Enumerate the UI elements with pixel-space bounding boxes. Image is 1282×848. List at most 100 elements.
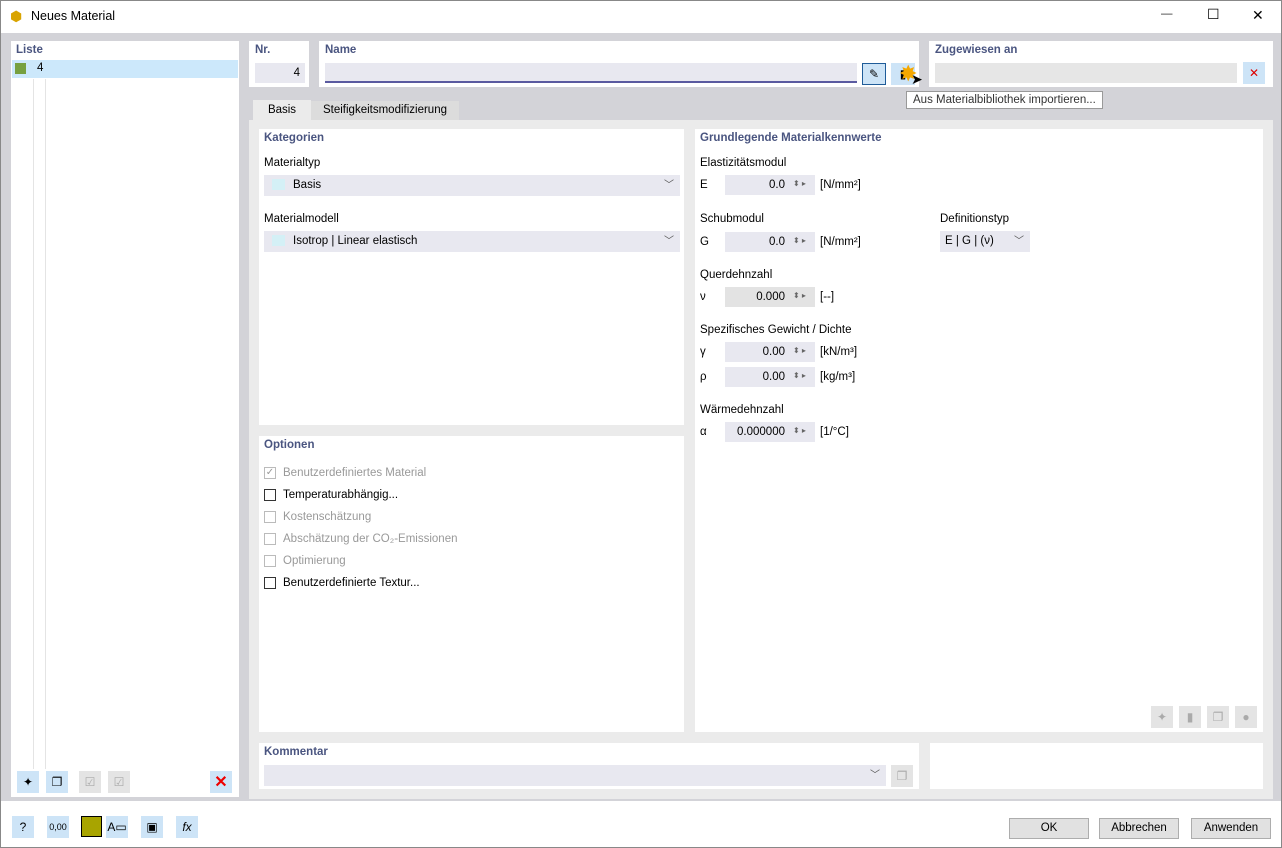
spinner-icon[interactable]: ⬍ ▸ — [793, 346, 806, 355]
weight-group-label: Spezifisches Gewicht / Dichte — [700, 324, 852, 336]
chevron-down-icon: ﹀ — [1014, 236, 1024, 247]
option-label: Benutzerdefinierte Textur... — [283, 577, 420, 589]
tab-steifigkeitsmodifizierung[interactable]: Steifigkeitsmodifizierung — [311, 101, 459, 120]
alpha-unit: [1/°C] — [820, 426, 849, 438]
option-label: Optimierung — [283, 555, 346, 567]
spinner-icon[interactable]: ⬍ ▸ — [793, 371, 806, 380]
assigned-label: Zugewiesen an — [935, 44, 1018, 56]
cursor-icon: ➤ — [911, 71, 923, 87]
chevron-down-icon: ﹀ — [870, 770, 880, 781]
options-header: Optionen — [264, 439, 315, 451]
assigned-field[interactable] — [935, 63, 1237, 83]
cancel-button[interactable]: Abbrechen — [1099, 818, 1179, 839]
g-symbol: G — [700, 236, 709, 248]
export-icon[interactable]: ❐ — [1207, 706, 1229, 728]
name-input[interactable] — [325, 63, 857, 83]
rho-symbol: ρ — [700, 371, 707, 383]
preview-panel — [930, 743, 1263, 789]
material-model-value: Isotrop | Linear elastisch — [293, 235, 418, 247]
option-custom-material[interactable]: ✓ Benutzerdefiniertes Material — [264, 465, 426, 481]
option-co2-estimate[interactable]: Abschätzung der CO₂-Emissionen — [264, 531, 458, 547]
color-button[interactable] — [81, 816, 102, 837]
option-optimization[interactable]: Optimierung — [264, 553, 346, 569]
comment-input[interactable]: ﹀ — [264, 765, 886, 786]
tooltip: Aus Materialbibliothek importieren... — [906, 91, 1103, 109]
close-button[interactable]: ✕ — [1252, 7, 1264, 24]
definition-type-value: E | G | (ν) — [945, 235, 994, 247]
minimize-button[interactable]: — — [1161, 8, 1173, 20]
material-type-label: Materialtyp — [264, 157, 321, 169]
alpha-symbol: α — [700, 426, 707, 438]
list-item[interactable]: 4 — [12, 60, 238, 78]
view-icon[interactable]: ▣ — [141, 816, 163, 838]
option-cost-estimate[interactable]: Kostenschätzung — [264, 509, 371, 525]
categories-panel: Kategorien Materialtyp Basis ﹀ Materialmo… — [259, 129, 684, 425]
info-icon[interactable]: ● — [1235, 706, 1257, 728]
material-type-select[interactable]: Basis ﹀ — [264, 175, 680, 196]
definition-type-select[interactable]: E | G | (ν) ﹀ — [940, 231, 1030, 252]
assigned-panel: Zugewiesen an ✕ — [929, 41, 1273, 87]
alpha-group-label: Wärmedehnzahl — [700, 404, 784, 416]
categories-header: Kategorien — [264, 132, 325, 144]
option-custom-texture[interactable]: Benutzerdefinierte Textur... — [264, 575, 420, 591]
nu-unit: [--] — [820, 291, 835, 303]
e-symbol: E — [700, 179, 708, 191]
option-label: Benutzerdefiniertes Material — [283, 467, 427, 479]
display-properties-icon[interactable]: A▭ — [106, 816, 128, 838]
new-item-button[interactable]: ✦ — [17, 771, 39, 793]
clear-assignment-button[interactable]: ✕ — [1243, 62, 1265, 84]
copy-item-button[interactable]: ❐ — [46, 771, 68, 793]
rho-unit: [kg/m³] — [820, 371, 856, 383]
units-icon[interactable]: 0,00 — [47, 816, 69, 838]
copy-comment-button[interactable]: ❐ — [891, 765, 913, 787]
spinner-icon[interactable]: ⬍ ▸ — [793, 179, 806, 188]
add-property-icon[interactable]: ✦ — [1151, 706, 1173, 728]
list-item-label: 4 — [37, 62, 44, 74]
nr-field[interactable]: 4 — [255, 63, 305, 83]
e-unit: [N/mm²] — [820, 179, 861, 191]
color-swatch — [15, 63, 26, 74]
formula-icon[interactable]: fx — [176, 816, 198, 838]
material-type-value: Basis — [293, 179, 322, 191]
name-panel: Name ✎ ▮ — [319, 41, 919, 87]
g-group-label: Schubmodul — [700, 213, 764, 225]
nu-symbol: ν — [700, 291, 706, 303]
spinner-icon[interactable]: ⬍ ▸ — [793, 426, 806, 435]
gamma-symbol: γ — [700, 346, 706, 358]
chevron-down-icon: ﹀ — [664, 236, 674, 247]
list-panel: Liste 4 ✦ ❐ ☑ ☑ ✕ — [11, 41, 239, 797]
help-icon[interactable]: ? — [12, 816, 34, 838]
definition-type-label: Definitionstyp — [940, 213, 1010, 225]
nr-panel: Nr. 4 — [249, 41, 309, 87]
option-label: Temperaturabhängig... — [283, 489, 399, 501]
check-all-button[interactable]: ☑ — [79, 771, 101, 793]
list-header: Liste — [16, 44, 43, 56]
delete-button[interactable]: ✕ — [210, 771, 232, 793]
g-unit: [N/mm²] — [820, 236, 861, 248]
title-bar: ⬢ Neues Material — ☐ ✕ — [1, 1, 1281, 33]
material-model-label: Materialmodell — [264, 213, 339, 225]
comment-label: Kommentar — [264, 746, 328, 758]
maximize-button[interactable]: ☐ — [1207, 6, 1220, 23]
ok-button[interactable]: OK — [1009, 818, 1089, 839]
tab-basis[interactable]: Basis — [253, 100, 311, 120]
comment-panel: Kommentar ﹀ ❐ — [259, 743, 919, 789]
nu-group-label: Querdehnzahl — [700, 269, 773, 281]
apply-button[interactable]: Anwenden — [1191, 818, 1271, 839]
window-title: Neues Material — [31, 9, 116, 23]
check-swap-button[interactable]: ☑ — [108, 771, 130, 793]
properties-header: Grundlegende Materialkennwerte — [700, 132, 882, 144]
e-group-label: Elastizitätsmodul — [700, 157, 787, 169]
option-temperature-dependent[interactable]: Temperaturabhängig... — [264, 487, 398, 503]
gamma-unit: [kN/m³] — [820, 346, 858, 358]
chevron-down-icon: ﹀ — [664, 180, 674, 191]
spinner-icon[interactable]: ⬍ ▸ — [793, 291, 806, 300]
name-label: Name — [325, 44, 357, 56]
library-icon[interactable]: ▮ — [1179, 706, 1201, 728]
app-icon: ⬢ — [10, 8, 23, 24]
edit-name-button[interactable]: ✎ — [862, 63, 886, 85]
spinner-icon[interactable]: ⬍ ▸ — [793, 236, 806, 245]
material-model-select[interactable]: Isotrop | Linear elastisch ﹀ — [264, 231, 680, 252]
nr-label: Nr. — [255, 44, 271, 56]
option-label: Abschätzung der CO₂-Emissionen — [283, 533, 458, 545]
